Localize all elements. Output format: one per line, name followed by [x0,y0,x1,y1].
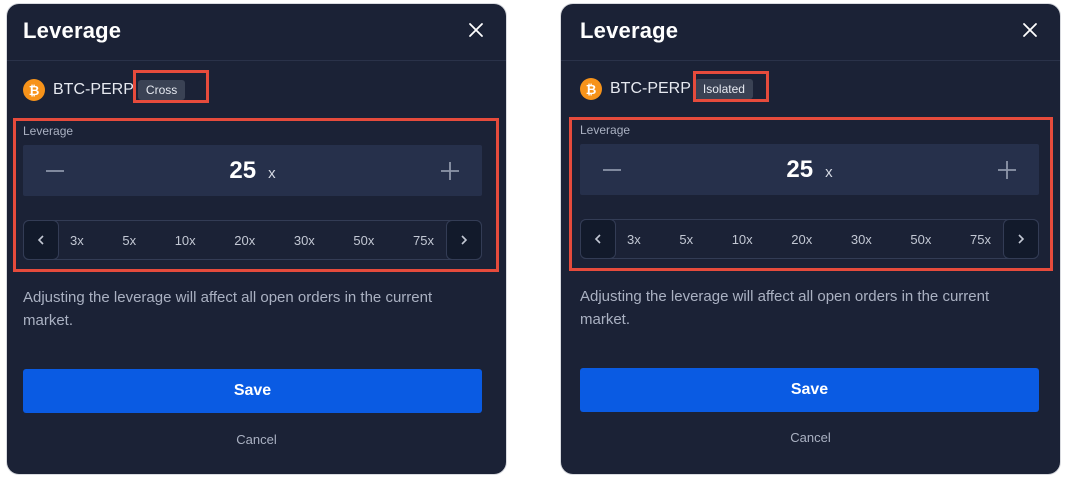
leverage-unit: x [268,165,276,182]
preset-option[interactable]: 10x [175,233,196,248]
preset-option[interactable]: 50x [353,233,374,248]
asset-name: BTC-PERP [610,80,691,97]
leverage-number: 25 [786,156,814,183]
preset-option[interactable]: 5x [122,233,136,248]
dialog-title: Leverage [580,18,679,43]
preset-option[interactable]: 50x [910,232,931,247]
chevron-right-icon [461,235,468,245]
preset-list: 3x 5x 10x 20x 30x 50x 75x [619,220,999,258]
close-icon[interactable] [466,20,486,40]
asset-row: ₿ BTC-PERP Isolated [580,76,753,102]
save-button[interactable]: Save [580,368,1039,412]
preset-option[interactable]: 30x [294,233,315,248]
leverage-label: Leverage [23,124,74,138]
dialog-title: Leverage [23,18,122,43]
cancel-button[interactable]: Cancel [7,432,506,447]
preset-option[interactable]: 20x [791,232,812,247]
margin-mode-badge[interactable]: Cross [137,80,186,100]
save-button[interactable]: Save [23,369,482,413]
margin-mode-badge[interactable]: Isolated [694,79,753,99]
preset-option[interactable]: 5x [679,232,693,247]
bitcoin-icon: ₿ [580,78,602,100]
leverage-label: Leverage [580,123,631,137]
preset-option[interactable]: 10x [732,232,753,247]
leverage-stepper[interactable]: 25 x [23,145,482,196]
presets-prev-button[interactable] [23,220,59,260]
presets-next-button[interactable] [446,220,482,260]
bitcoin-icon: ₿ [23,79,45,101]
presets-next-button[interactable] [1003,219,1039,259]
preset-option[interactable]: 75x [970,232,991,247]
svg-text:₿: ₿ [586,82,597,96]
asset-row: ₿ BTC-PERP Cross [23,77,186,103]
preset-option[interactable]: 3x [70,233,84,248]
preset-option[interactable]: 75x [413,233,434,248]
close-icon[interactable] [1020,20,1040,40]
preset-list: 3x 5x 10x 20x 30x 50x 75x [62,221,442,259]
leverage-value: 25 x [580,156,1039,184]
increase-button[interactable] [975,144,1039,195]
leverage-value: 25 x [23,157,482,185]
chevron-left-icon [37,235,44,245]
leverage-note: Adjusting the leverage will affect all o… [580,288,990,328]
preset-option[interactable]: 20x [234,233,255,248]
leverage-unit: x [825,164,833,181]
leverage-presets: 3x 5x 10x 20x 30x 50x 75x [23,220,482,260]
asset-name: BTC-PERP [53,81,134,98]
plus-icon [998,160,1016,179]
preset-option[interactable]: 30x [851,232,872,247]
dialog-header: Leverage [561,4,1060,61]
svg-text:₿: ₿ [29,83,40,97]
preset-option[interactable]: 3x [627,232,641,247]
leverage-dialog-isolated: Leverage ₿ BTC-PERP Isolated Leverage 25… [561,4,1060,474]
leverage-note: Adjusting the leverage will affect all o… [23,289,433,329]
cancel-button[interactable]: Cancel [561,430,1060,445]
chevron-left-icon [594,234,601,244]
chevron-right-icon [1018,234,1025,244]
presets-prev-button[interactable] [580,219,616,259]
stage: Leverage ₿ BTC-PERP Cross Leverage 25 x [0,0,1066,484]
dialog-header: Leverage [7,4,506,61]
leverage-stepper[interactable]: 25 x [580,144,1039,195]
leverage-dialog-cross: Leverage ₿ BTC-PERP Cross Leverage 25 x [7,4,506,474]
leverage-number: 25 [229,157,257,184]
leverage-presets: 3x 5x 10x 20x 30x 50x 75x [580,219,1039,259]
increase-button[interactable] [418,145,482,196]
plus-icon [441,161,459,180]
